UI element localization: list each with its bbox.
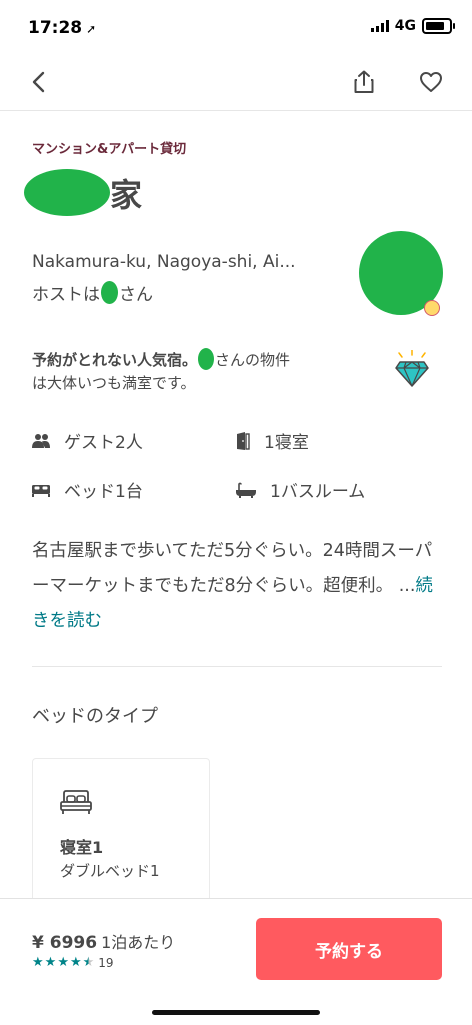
rating-line[interactable]: ★ ★ ★ ★ ★ 19 <box>32 955 114 970</box>
share-icon <box>354 70 374 93</box>
double-bed-icon <box>60 790 92 820</box>
heart-icon <box>420 72 442 92</box>
listing-location: Nakamura-ku, Nagoya-shi, Ai... <box>32 252 296 272</box>
redaction-mark <box>24 169 110 216</box>
popularity-bold: 予約がとれない人気宿。 <box>32 350 198 369</box>
amenity-beds: ベッド1台 <box>32 477 143 502</box>
bed-room-beds: ダブルベッド1 <box>60 862 160 880</box>
bed-icon <box>32 484 50 497</box>
star-icon: ★ <box>57 955 69 970</box>
amenity-bathrooms-label: 1バスルーム <box>270 482 366 502</box>
amenity-guests: ゲスト2人 <box>32 428 143 453</box>
redaction-mark <box>101 281 118 304</box>
amenity-bedrooms: 1寝室 <box>236 428 309 453</box>
bathtub-icon <box>236 482 256 498</box>
host-prefix: ホストは <box>32 285 100 305</box>
battery-icon <box>422 18 455 34</box>
price-line: ¥ 6996 1泊あたり <box>32 929 175 953</box>
superhost-badge-icon <box>424 300 440 316</box>
amenity-bathrooms: 1バスルーム <box>236 477 365 502</box>
bed-types-heading: ベッドのタイプ <box>32 706 158 727</box>
star-half-icon: ★ <box>82 955 95 970</box>
chevron-left-icon <box>32 71 45 93</box>
host-suffix: さん <box>119 285 153 305</box>
star-icon: ★ <box>69 955 82 970</box>
star-rating: ★ ★ ★ ★ ★ <box>32 955 94 970</box>
bed-room-name: 寝室1 <box>60 838 104 857</box>
listing-category: マンション&アパート貸切 <box>32 142 187 157</box>
amenity-bedrooms-label: 1寝室 <box>264 433 309 453</box>
listing-title: 家 <box>110 176 143 214</box>
review-count: 19 <box>98 955 114 970</box>
listing-description: 名古屋駅まで歩いてただ5分ぐらい。24時間スーパーマーケットまでもただ8分ぐらい… <box>32 534 444 639</box>
popularity-rest: さんの物件 <box>215 350 291 369</box>
per-night-label: 1泊あたり <box>101 933 176 952</box>
home-indicator[interactable] <box>152 1010 320 1015</box>
amenity-guests-label: ゲスト2人 <box>64 433 143 453</box>
redaction-mark <box>198 348 215 370</box>
popularity-line-2: は大体いつも満室です。 <box>32 374 196 392</box>
description-text: 名古屋駅まで歩いてただ5分ぐらい。24時間スーパーマーケットまでもただ8分ぐらい… <box>32 541 433 596</box>
star-icon: ★ <box>44 955 57 970</box>
save-favorite-button[interactable] <box>411 62 451 102</box>
section-divider <box>32 666 442 667</box>
network-label: 4G <box>394 18 416 34</box>
diamond-icon <box>394 349 430 396</box>
popularity-line-1: 予約がとれない人気宿。 さんの物件 <box>32 348 290 370</box>
status-indicators: 4G <box>370 18 455 34</box>
nightly-price: ¥ 6996 <box>32 933 98 953</box>
reserve-button[interactable]: 予約する <box>256 918 442 980</box>
nav-divider <box>0 110 472 111</box>
guests-icon <box>32 433 50 448</box>
share-button[interactable] <box>344 62 384 102</box>
status-time: 17:28 ➚ <box>28 18 97 38</box>
amenity-beds-label: ベッド1台 <box>64 482 143 502</box>
host-line: ホストは さん <box>32 280 153 305</box>
star-icon: ★ <box>32 955 44 970</box>
signal-icon <box>370 20 389 32</box>
location-arrow-icon: ➚ <box>86 22 97 36</box>
door-icon <box>237 431 250 450</box>
back-button[interactable] <box>18 62 58 102</box>
